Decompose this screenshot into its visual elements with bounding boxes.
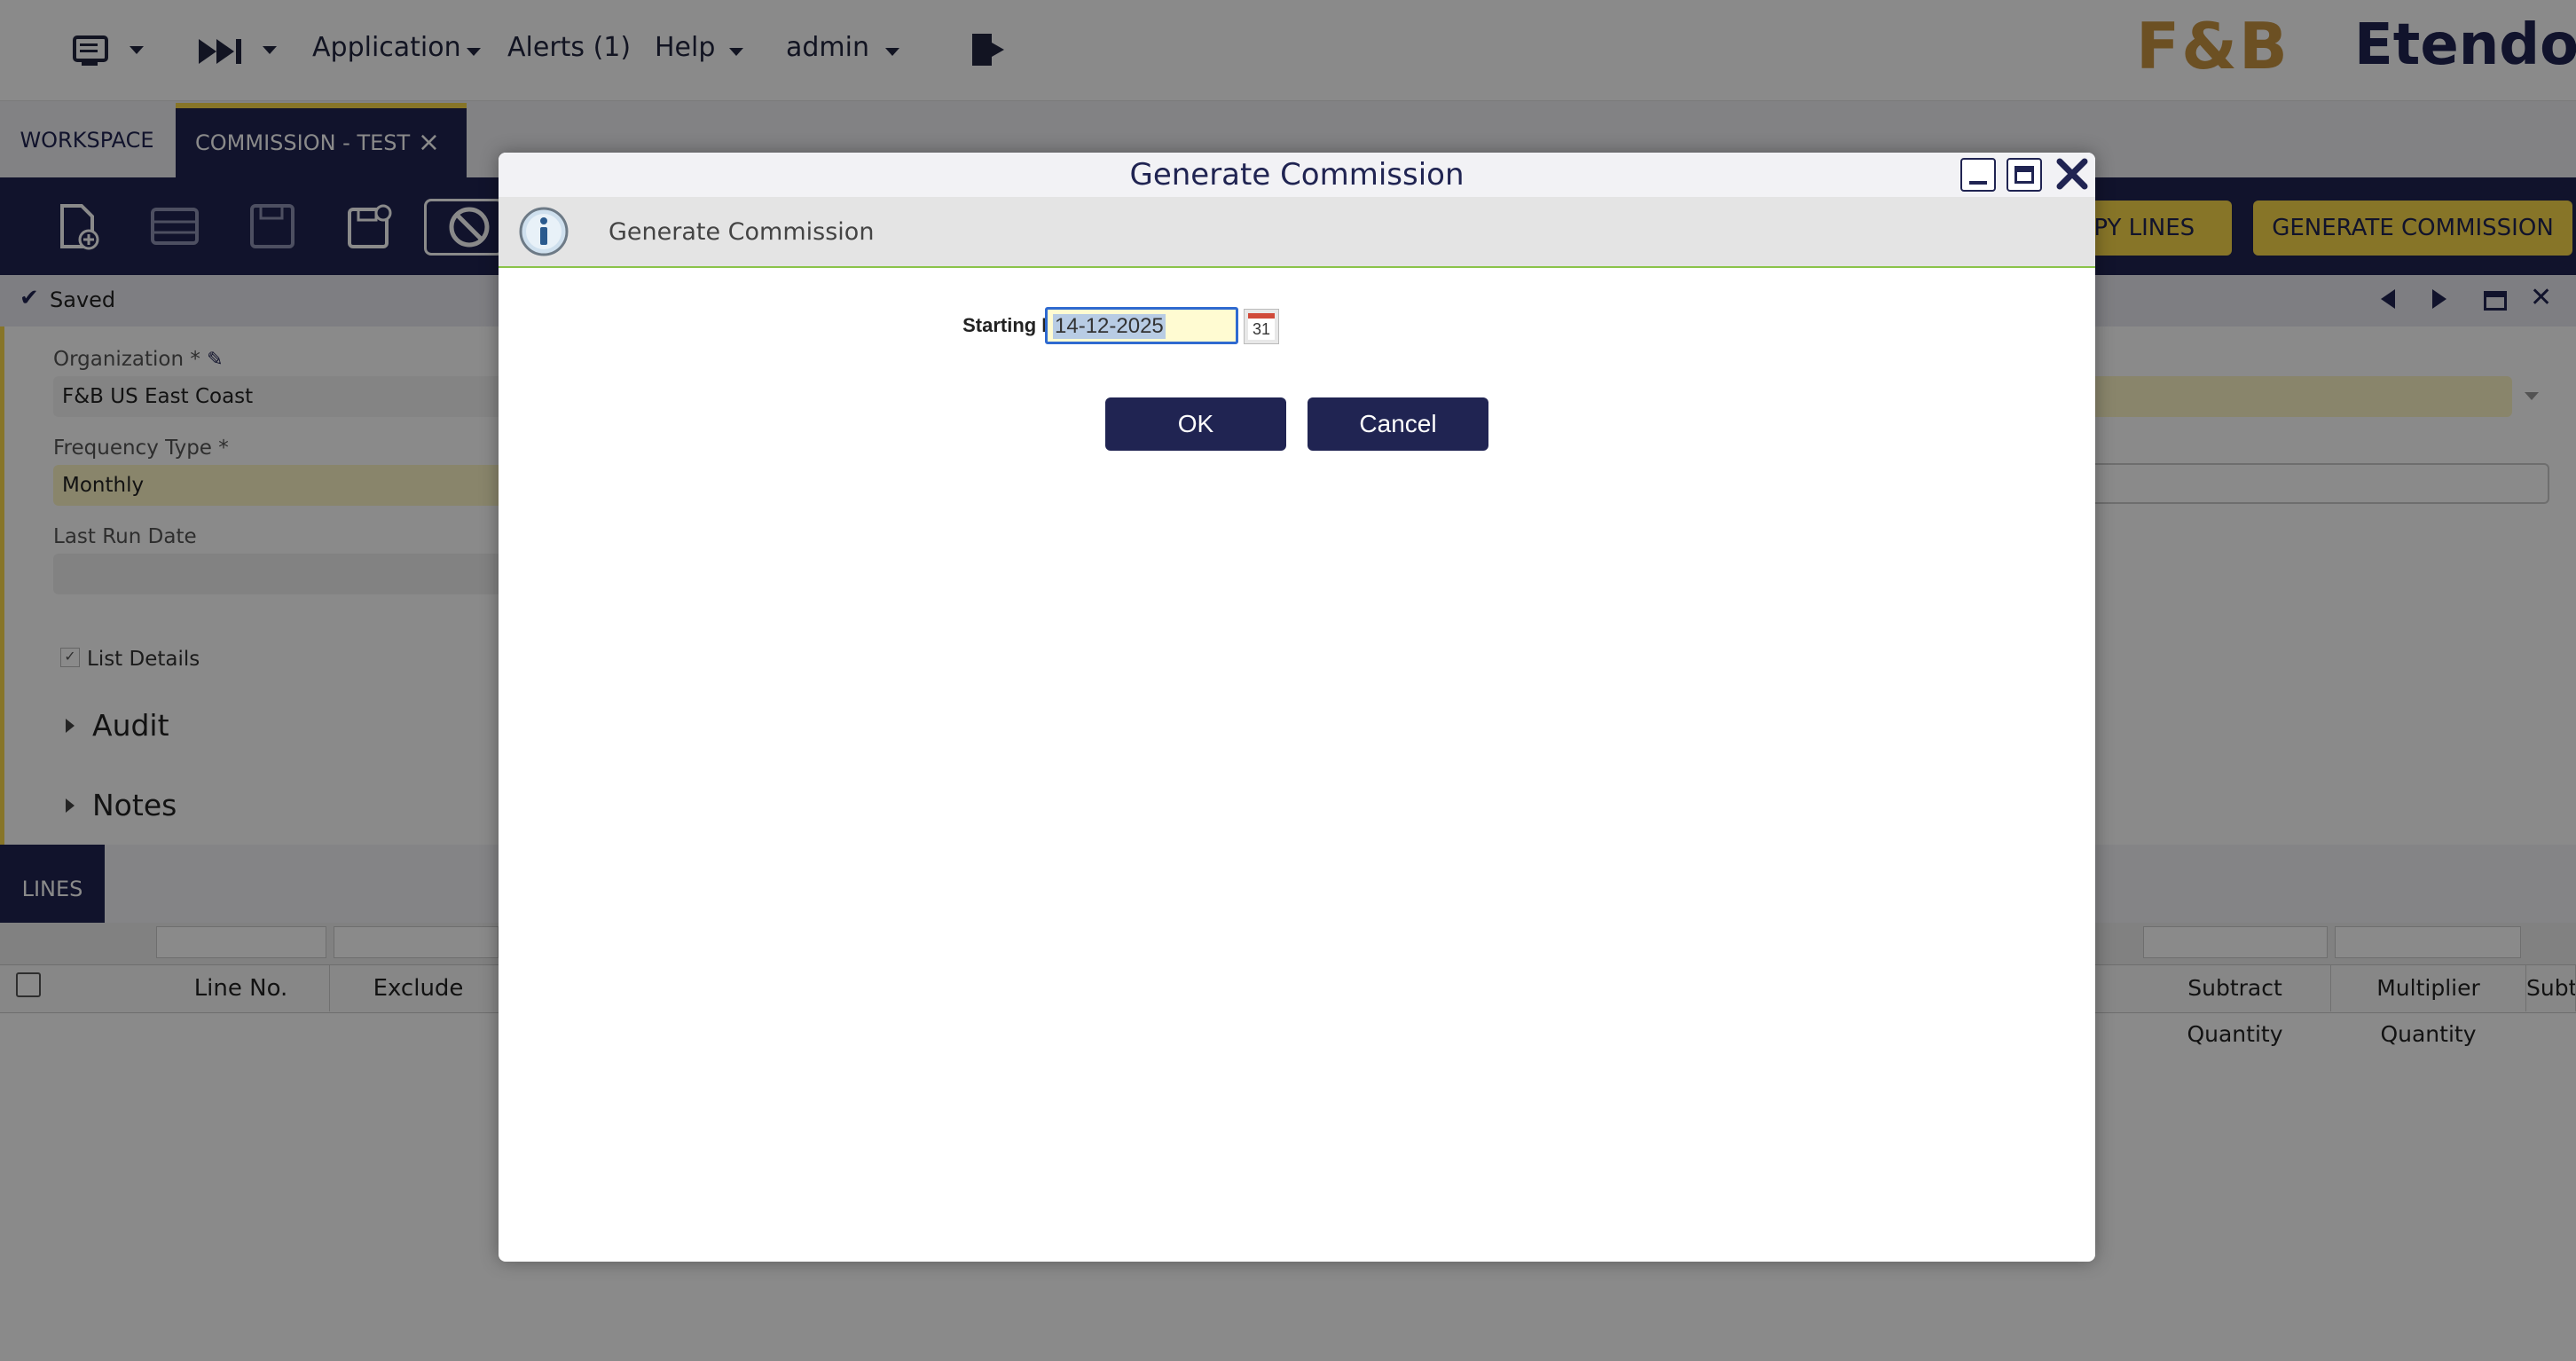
close-dialog-icon[interactable] xyxy=(2053,154,2092,193)
generate-commission-dialog: Generate Commission Generate Commission … xyxy=(499,153,2095,1262)
minimize-icon[interactable] xyxy=(1960,158,1996,192)
calendar-icon[interactable]: 31 xyxy=(1244,309,1279,344)
starting-date-value: 14-12-2025 xyxy=(1053,314,1166,339)
ok-button[interactable]: OK xyxy=(1105,397,1286,451)
dialog-info-text: Generate Commission xyxy=(609,218,875,246)
maximize-icon[interactable] xyxy=(2007,158,2042,192)
starting-date-input[interactable]: 14-12-2025 xyxy=(1045,307,1238,344)
dialog-title: Generate Commission xyxy=(499,153,2095,197)
dialog-info-bar: Generate Commission xyxy=(499,197,2095,268)
info-icon xyxy=(518,206,569,257)
cancel-button[interactable]: Cancel xyxy=(1308,397,1488,451)
